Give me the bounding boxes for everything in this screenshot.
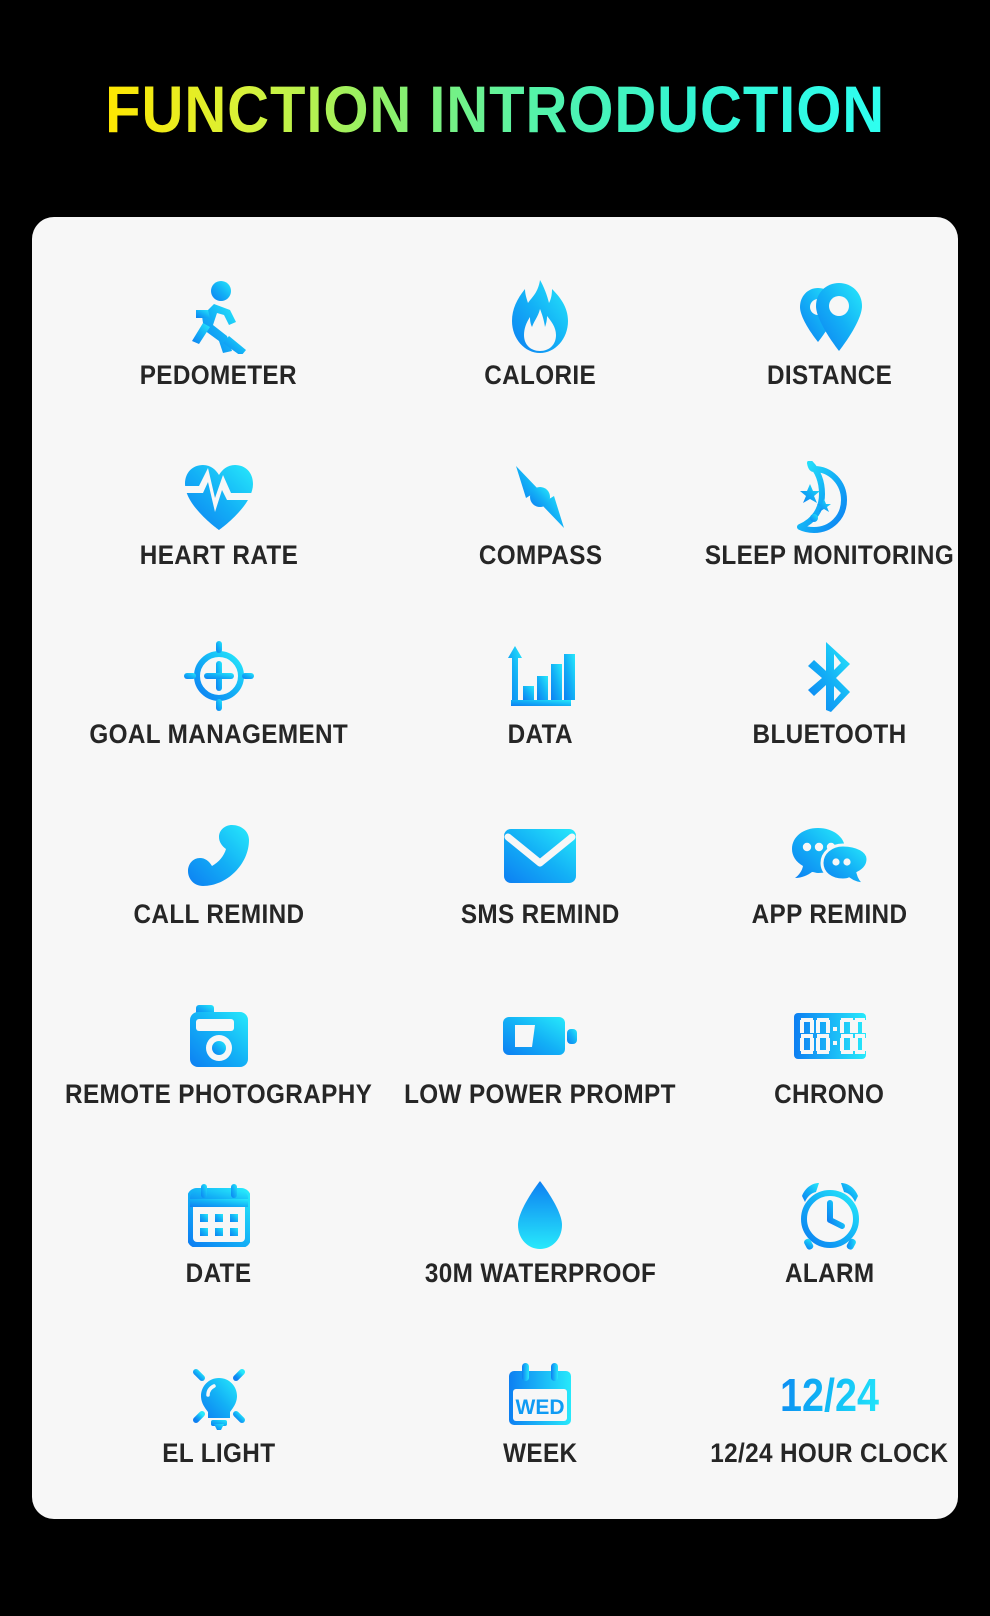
feature-label: COMPASS xyxy=(478,539,602,570)
feature-label: CALL REMIND xyxy=(133,898,305,929)
bar-chart-icon xyxy=(505,635,576,717)
feature-label: REMOTE PHOTOGRAPHY xyxy=(65,1078,373,1109)
alarm-clock-icon xyxy=(794,1174,866,1256)
feature-item[interactable]: REMOTE PHOTOGRAPHY xyxy=(48,962,389,1142)
feature-label: DISTANCE xyxy=(766,359,893,390)
map-pins-icon xyxy=(794,276,866,358)
feature-item[interactable]: LOW POWER PROMPT xyxy=(389,962,691,1142)
feature-item[interactable]: CALORIE xyxy=(389,243,691,423)
bluetooth-icon xyxy=(804,635,856,717)
page-title: FUNCTION INTRODUCTION xyxy=(105,72,885,146)
feature-label: 30M WATERPROOF xyxy=(424,1258,656,1289)
phone-handset-icon xyxy=(186,815,252,897)
calendar-week-icon: WED xyxy=(507,1354,573,1436)
page-title-container: FUNCTION INTRODUCTION xyxy=(0,0,990,146)
features-card: PEDOMETER CALORIE DISTANCE HEART RATE CO… xyxy=(32,217,958,1519)
feature-item[interactable]: ALARM xyxy=(691,1142,968,1322)
running-person-icon xyxy=(184,276,254,358)
feature-item[interactable]: CALL REMIND xyxy=(48,782,389,962)
feature-item[interactable]: 30M WATERPROOF xyxy=(389,1142,691,1322)
camera-icon xyxy=(188,995,250,1077)
feature-item[interactable]: PEDOMETER xyxy=(48,243,389,423)
light-bulb-icon xyxy=(183,1354,254,1436)
feature-item[interactable]: 12/24 12/24 HOUR CLOCK xyxy=(691,1321,968,1501)
feature-item[interactable]: EL LIGHT xyxy=(48,1321,389,1501)
twelve-twentyfour-text: 12/24 xyxy=(780,1369,880,1422)
moon-stars-icon xyxy=(792,456,868,538)
feature-item[interactable]: COMPASS xyxy=(389,423,691,603)
digital-clock-icon xyxy=(793,995,867,1077)
target-crosshair-icon xyxy=(182,635,256,717)
water-drop-icon xyxy=(514,1174,566,1256)
function-introduction-page: FUNCTION INTRODUCTION PEDOMETER CALORIE … xyxy=(0,0,990,1616)
feature-item[interactable]: SMS REMIND xyxy=(389,782,691,962)
battery-low-icon xyxy=(501,995,579,1077)
feature-label: EL LIGHT xyxy=(162,1438,276,1469)
feature-label: GOAL MANAGEMENT xyxy=(89,719,348,750)
feature-label: DATE xyxy=(185,1258,252,1289)
calendar-week-text: WED xyxy=(516,1396,565,1419)
feature-label: DATA xyxy=(507,719,573,750)
heart-pulse-icon xyxy=(181,456,257,538)
features-grid: PEDOMETER CALORIE DISTANCE HEART RATE CO… xyxy=(48,243,954,1501)
feature-label: SMS REMIND xyxy=(460,898,620,929)
feature-label: APP REMIND xyxy=(751,898,908,929)
feature-item[interactable]: WED WEEK xyxy=(389,1321,691,1501)
feature-label: ALARM xyxy=(784,1258,875,1289)
feature-item[interactable]: GOAL MANAGEMENT xyxy=(48,602,389,782)
feature-label: PEDOMETER xyxy=(140,359,298,390)
feature-label: BLUETOOTH xyxy=(752,719,907,750)
envelope-icon xyxy=(502,815,578,897)
flame-icon xyxy=(508,276,572,358)
feature-label: HEART RATE xyxy=(139,539,298,570)
feature-label: LOW POWER PROMPT xyxy=(404,1078,677,1109)
feature-item[interactable]: APP REMIND xyxy=(691,782,968,962)
feature-label: SLEEP MONITORING xyxy=(704,539,955,570)
feature-item[interactable]: DATE xyxy=(48,1142,389,1322)
feature-item[interactable]: BLUETOOTH xyxy=(691,602,968,782)
feature-label: WEEK xyxy=(503,1438,578,1469)
compass-needle-icon xyxy=(509,456,571,538)
twelve-twentyfour-icon: 12/24 xyxy=(772,1354,887,1436)
feature-item[interactable]: DISTANCE xyxy=(691,243,968,423)
chat-bubbles-icon xyxy=(790,815,870,897)
feature-label: CALORIE xyxy=(484,359,597,390)
feature-label: 12/24 HOUR CLOCK xyxy=(710,1438,949,1469)
feature-label: CHRONO xyxy=(774,1078,885,1109)
feature-item[interactable]: DATA xyxy=(389,602,691,782)
feature-item[interactable]: CHRONO xyxy=(691,962,968,1142)
feature-item[interactable]: HEART RATE xyxy=(48,423,389,603)
feature-item[interactable]: SLEEP MONITORING xyxy=(691,423,968,603)
calendar-grid-icon xyxy=(187,1174,250,1256)
